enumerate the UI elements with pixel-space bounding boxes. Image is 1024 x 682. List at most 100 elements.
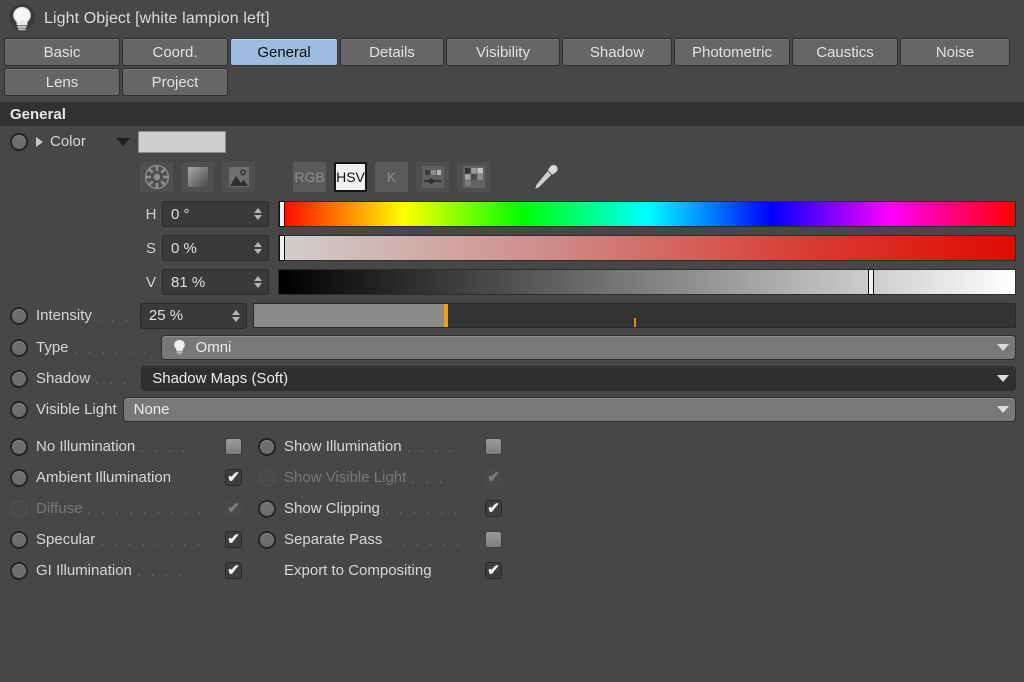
stepper-down-icon[interactable] (254, 249, 262, 254)
tab-project[interactable]: Project (122, 68, 228, 96)
section-header-general: General (0, 102, 1024, 126)
tab-shadow[interactable]: Shadow (562, 38, 672, 66)
stepper-up-icon[interactable] (254, 208, 262, 213)
tab-coord[interactable]: Coord. (122, 38, 228, 66)
option-label: No Illumination (36, 438, 136, 455)
stepper-down-icon[interactable] (231, 316, 240, 322)
option-show-illumination: Show Illumination . . . . (248, 431, 508, 462)
illumination-options-left: No Illumination . . . . Ambient Illumina… (0, 431, 248, 586)
color-mode-rgb-button[interactable]: RGB (293, 162, 326, 192)
checkbox-show-visible-light: ✔ (485, 469, 502, 486)
animation-bullet-intensity[interactable] (10, 306, 28, 325)
animation-bullet-visible-light[interactable] (10, 400, 28, 419)
hue-stepper[interactable] (254, 208, 262, 220)
visible-light-dropdown[interactable]: None (122, 397, 1016, 422)
tab-visibility[interactable]: Visibility (446, 38, 560, 66)
stepper-up-icon[interactable] (254, 276, 262, 281)
chevron-down-icon[interactable] (997, 344, 1009, 351)
value-input[interactable]: 81 % (162, 269, 269, 295)
option-diffuse: Diffuse . . . . . . . . . ✔ (0, 493, 248, 524)
tab-basic[interactable]: Basic (4, 38, 120, 66)
illumination-options-grid: No Illumination . . . . Ambient Illumina… (0, 425, 1024, 586)
eyedropper-icon[interactable] (528, 162, 561, 192)
animation-bullet-show-clipping[interactable] (258, 499, 276, 518)
hue-row: H 0 ° (0, 197, 1024, 231)
type-dropdown[interactable]: Omni (160, 335, 1016, 360)
option-label: Specular (36, 531, 96, 548)
stepper-up-icon[interactable] (231, 309, 240, 315)
option-ambient-illumination: Ambient Illumination ✔ (0, 462, 248, 493)
option-dots: . . . . . . (387, 531, 464, 548)
tab-noise[interactable]: Noise (900, 38, 1010, 66)
saturation-slider-handle[interactable] (279, 235, 285, 261)
intensity-slider-fill (253, 304, 445, 327)
intensity-input[interactable]: 25 % (139, 302, 247, 329)
animation-bullet-specular[interactable] (10, 530, 28, 549)
color-swatches-icon[interactable] (457, 162, 490, 192)
animation-bullet-diffuse (10, 499, 28, 518)
option-specular: Specular . . . . . . . . ✔ (0, 524, 248, 555)
checkbox-gi-illumination[interactable]: ✔ (225, 562, 242, 579)
chevron-down-icon[interactable] (997, 406, 1009, 413)
value-stepper[interactable] (254, 276, 262, 288)
hue-input[interactable]: 0 ° (162, 201, 269, 227)
checkbox-no-illumination[interactable] (225, 438, 242, 455)
color-mode-k-button[interactable]: K (375, 162, 408, 192)
animation-bullet-ambient-illumination[interactable] (10, 468, 28, 487)
intensity-value: 25 % (148, 307, 184, 324)
color-mode-hsv-button[interactable]: HSV (334, 162, 367, 192)
saturation-stepper[interactable] (254, 242, 262, 254)
chevron-down-icon[interactable] (997, 375, 1009, 382)
hue-slider-handle[interactable] (279, 201, 285, 227)
hue-slider[interactable] (278, 201, 1016, 227)
window-title: Light Object [white lampion left] (44, 10, 270, 27)
type-dots: . . . . . . (73, 339, 150, 356)
tab-caustics[interactable]: Caustics (792, 38, 898, 66)
animation-bullet-no-illumination[interactable] (10, 437, 28, 456)
stepper-up-icon[interactable] (254, 242, 262, 247)
color-mixer-icon[interactable] (416, 162, 449, 192)
animation-bullet-shadow[interactable] (10, 369, 28, 388)
saturation-slider[interactable] (278, 235, 1016, 261)
checkbox-ambient-illumination[interactable]: ✔ (225, 469, 242, 486)
value-slider-handle[interactable] (867, 269, 874, 295)
shadow-dropdown[interactable]: Shadow Maps (Soft) (141, 366, 1016, 391)
animation-bullet-color[interactable] (10, 132, 28, 151)
expand-arrow-icon[interactable] (36, 136, 43, 147)
intensity-row: Intensity . . . 25 % (0, 299, 1024, 332)
tab-lens[interactable]: Lens (4, 68, 120, 96)
value-row: V 81 % (0, 265, 1024, 299)
intensity-label: Intensity (36, 307, 92, 324)
animation-bullet-separate-pass[interactable] (258, 530, 276, 549)
animation-bullet-gi-illumination[interactable] (10, 561, 28, 580)
value-slider[interactable] (278, 269, 1016, 295)
color-chevron-down-icon[interactable] (115, 137, 130, 146)
tab-details[interactable]: Details (340, 38, 444, 66)
color-row: Color (0, 126, 1024, 157)
animation-bullet-show-illumination[interactable] (258, 437, 276, 456)
color-image-icon[interactable] (222, 162, 255, 192)
checkbox-show-clipping[interactable]: ✔ (485, 500, 502, 517)
color-swatch[interactable] (137, 130, 226, 153)
saturation-value: 0 % (171, 239, 197, 257)
option-label: Show Visible Light (284, 469, 407, 486)
saturation-input[interactable]: 0 % (162, 235, 269, 261)
checkbox-separate-pass[interactable] (485, 531, 502, 548)
intensity-slider[interactable] (252, 303, 1016, 328)
type-value: Omni (195, 339, 232, 356)
stepper-down-icon[interactable] (254, 283, 262, 288)
stepper-down-icon[interactable] (254, 215, 262, 220)
checkbox-export-to-compositing[interactable]: ✔ (485, 562, 502, 579)
color-wheel-icon[interactable] (140, 162, 173, 192)
animation-bullet-type[interactable] (10, 338, 28, 357)
color-gradient-icon[interactable] (181, 162, 214, 192)
value-letter-label: V (145, 273, 156, 291)
checkbox-specular[interactable]: ✔ (225, 531, 242, 548)
intensity-slider-handle[interactable] (444, 304, 449, 327)
tab-photometric[interactable]: Photometric (674, 38, 790, 66)
checkbox-show-illumination[interactable] (485, 438, 502, 455)
intensity-stepper[interactable] (231, 309, 240, 322)
option-label: Diffuse (36, 500, 83, 517)
option-no-illumination: No Illumination . . . . (0, 431, 248, 462)
tab-general[interactable]: General (230, 38, 338, 66)
